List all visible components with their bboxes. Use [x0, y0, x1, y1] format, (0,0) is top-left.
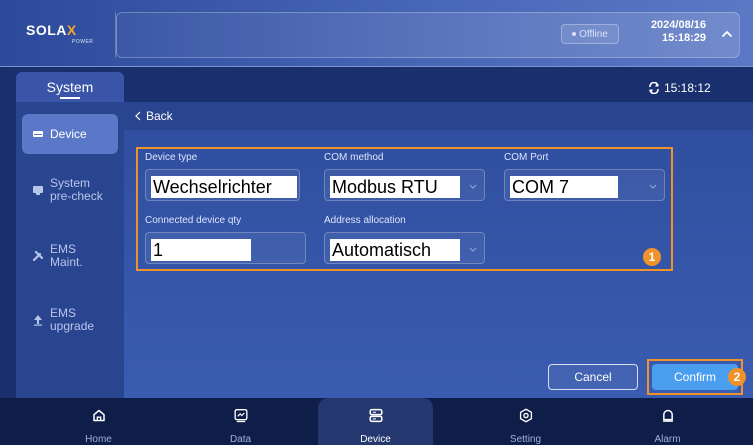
tab-label: Data: [229, 434, 252, 445]
device-type-value: Wechselrichter: [151, 176, 297, 198]
com-port-label: COM Port: [504, 152, 549, 163]
tab-label: Device: [360, 434, 391, 445]
status-badge: Offline: [561, 24, 619, 44]
refresh-status: 15:18:12: [648, 81, 711, 95]
chevron-down-icon: [469, 184, 477, 189]
chevron-left-icon: [135, 111, 141, 121]
time-text: 15:18:29: [661, 32, 706, 44]
confirm-button[interactable]: Confirm: [652, 364, 738, 390]
step-badge-2: 2: [728, 368, 746, 386]
top-header: SOLAX POWER Offline 2024/08/16 15:18:29: [0, 0, 753, 67]
com-port-value: COM 7: [510, 176, 618, 198]
sidebar-item-label: EMS upgrade: [50, 306, 95, 333]
datetime: 2024/08/16 15:18:29: [630, 19, 706, 45]
monitor-icon: [33, 186, 43, 195]
chevron-down-icon: [649, 184, 657, 189]
brand-text: SOLA: [26, 22, 67, 38]
cancel-button[interactable]: Cancel: [548, 364, 638, 390]
chevron-up-icon[interactable]: [720, 27, 734, 41]
com-port-select[interactable]: COM 7: [504, 169, 665, 201]
refresh-icon[interactable]: [648, 82, 660, 94]
brand-sub: POWER: [72, 39, 94, 45]
tab-setting[interactable]: Setting: [468, 398, 583, 445]
home-icon: [92, 409, 105, 422]
com-method-value: Modbus RTU: [330, 176, 460, 198]
logo: SOLAX POWER: [12, 12, 116, 58]
back-label: Back: [146, 109, 173, 123]
tab-alarm[interactable]: Alarm: [610, 398, 725, 445]
upload-icon: [34, 315, 42, 326]
device-config-form: Device type Wechselrichter COM method Mo…: [136, 147, 673, 271]
address-allocation-select[interactable]: Automatisch: [324, 232, 485, 264]
address-allocation-value: Automatisch: [330, 239, 460, 261]
tab-label: Alarm: [654, 434, 681, 445]
main-panel: Back Device type Wechselrichter COM meth…: [124, 102, 753, 398]
status-dot-icon: [572, 32, 577, 36]
brand-x: X: [66, 22, 77, 38]
sidebar-item-label: System pre-check: [50, 176, 103, 203]
tab-device[interactable]: Device: [318, 398, 433, 445]
date-text: 2024/08/16: [650, 19, 706, 31]
device-icon: [368, 408, 383, 423]
com-method-label: COM method: [324, 152, 384, 163]
sidebar-item-label: EMS Maint.: [50, 242, 83, 269]
chevron-down-icon: [469, 247, 477, 252]
device-type-field[interactable]: Wechselrichter: [145, 169, 300, 201]
tab-data[interactable]: Data: [183, 398, 298, 445]
sidebar-item-ems-upgrade[interactable]: EMS upgrade: [22, 302, 118, 338]
device-qty-label: Connected device qty: [145, 215, 242, 226]
tab-label: Home: [85, 434, 112, 445]
device-qty-input[interactable]: 1: [145, 232, 306, 264]
chart-icon: [234, 409, 247, 423]
refresh-time: 15:18:12: [664, 81, 711, 95]
tools-icon: [32, 250, 44, 262]
tab-home[interactable]: Home: [41, 398, 156, 445]
back-button[interactable]: Back: [124, 102, 753, 130]
device-type-label: Device type: [145, 152, 198, 163]
device-qty-value: 1: [151, 239, 251, 261]
bottom-nav: Home Data Device Setting Alarm: [0, 398, 753, 445]
com-method-select[interactable]: Modbus RTU: [324, 169, 485, 201]
brand-logo: SOLAX: [26, 22, 77, 38]
sidebar-item-device[interactable]: Device: [22, 114, 118, 154]
step-badge-1: 1: [643, 248, 661, 266]
setting-icon: [519, 408, 532, 423]
sidebar-item-ems-maint[interactable]: EMS Maint.: [22, 238, 118, 274]
tab-label: Setting: [509, 434, 542, 445]
sidebar-item-label: Device: [50, 126, 87, 141]
device-icon: [33, 131, 43, 137]
address-allocation-label: Address allocation: [324, 215, 406, 226]
sidebar: Device System pre-check EMS Maint. EMS u…: [16, 102, 124, 398]
sidebar-item-system-pre-check[interactable]: System pre-check: [22, 172, 118, 208]
status-text: Offline: [579, 28, 608, 40]
sidebar-title-underline: [60, 97, 80, 99]
alarm-icon: [662, 409, 673, 422]
